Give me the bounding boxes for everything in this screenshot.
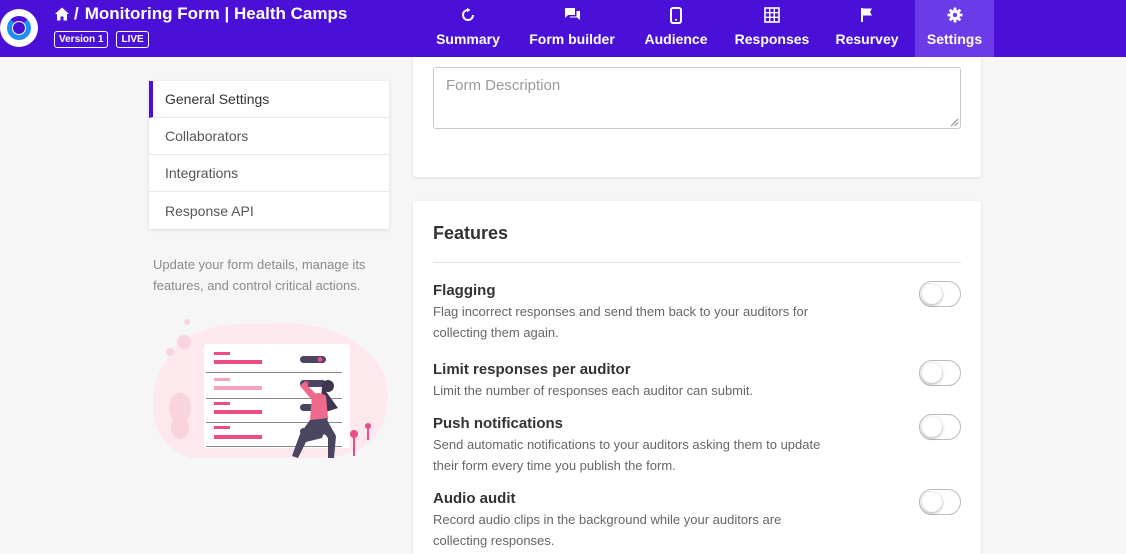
tab-label: Responses: [734, 31, 810, 47]
phone-icon: [667, 6, 685, 24]
tab-resurvey[interactable]: Resurvey: [830, 0, 904, 57]
feature-description: Send automatic notifications to your aud…: [433, 437, 821, 473]
tab-label: Audience: [644, 31, 708, 47]
top-bar: / Monitoring Form | Health Camps Version…: [0, 0, 1126, 57]
menu-item-response-api[interactable]: Response API: [149, 192, 389, 229]
limit-responses-toggle[interactable]: [919, 360, 961, 386]
tab-label: Resurvey: [835, 31, 899, 47]
feature-name: Limit responses per auditor: [433, 361, 631, 378]
feature-name: Push notifications: [433, 415, 564, 432]
menu-item-general-settings[interactable]: General Settings: [149, 81, 389, 118]
flagging-toggle[interactable]: [919, 281, 961, 307]
feature-description: Record audio clips in the background whi…: [433, 512, 782, 548]
feature-audio-audit: Audio audit Record audio clips in the ba…: [433, 489, 961, 551]
feature-description: Limit the number of responses each audit…: [433, 383, 754, 398]
feature-push-notifications: Push notifications Send automatic notifi…: [433, 414, 961, 476]
tab-responses[interactable]: Responses: [730, 0, 814, 57]
tab-settings[interactable]: Settings: [915, 0, 994, 57]
general-settings-card: [413, 57, 981, 177]
feature-name: Audio audit: [433, 490, 516, 507]
breadcrumb-separator: /: [74, 4, 79, 23]
feature-flagging: Flagging Flag incorrect responses and se…: [433, 281, 961, 343]
home-icon[interactable]: [54, 6, 70, 22]
divider: [433, 262, 961, 263]
feature-limit-responses: Limit responses per auditor Limit the nu…: [433, 360, 961, 401]
menu-item-integrations[interactable]: Integrations: [149, 155, 389, 192]
chat-icon: [563, 6, 581, 24]
status-badge: LIVE: [116, 31, 149, 48]
tab-label: Summary: [436, 31, 500, 47]
push-notifications-toggle[interactable]: [919, 414, 961, 440]
settings-description: Update your form details, manage its fea…: [153, 257, 366, 293]
flag-icon: [858, 6, 876, 24]
feature-name: Flagging: [433, 282, 496, 299]
settings-illustration: [150, 316, 392, 464]
gear-icon: [946, 6, 964, 24]
menu-item-collaborators[interactable]: Collaborators: [149, 118, 389, 155]
audio-audit-toggle[interactable]: [919, 489, 961, 515]
version-badge[interactable]: Version 1: [54, 31, 109, 48]
refresh-icon: [459, 6, 477, 24]
grid-icon: [763, 6, 781, 24]
breadcrumb: / Monitoring Form | Health Camps: [54, 4, 347, 24]
tab-audience[interactable]: Audience: [638, 0, 714, 57]
tab-form-builder[interactable]: Form builder: [520, 0, 624, 57]
app-logo[interactable]: [0, 9, 38, 47]
features-title: Features: [433, 223, 509, 243]
form-title: Monitoring Form | Health Camps: [84, 4, 348, 23]
tab-summary[interactable]: Summary: [428, 0, 508, 57]
tab-label: Form builder: [529, 31, 615, 47]
tab-label: Settings: [926, 31, 983, 47]
resize-handle-icon[interactable]: [950, 118, 959, 127]
features-card: Features Flagging Flag incorrect respons…: [413, 201, 981, 554]
settings-menu: General Settings Collaborators Integrati…: [149, 81, 389, 229]
form-description-input[interactable]: [433, 67, 961, 129]
feature-description: Flag incorrect responses and send them b…: [433, 304, 809, 340]
